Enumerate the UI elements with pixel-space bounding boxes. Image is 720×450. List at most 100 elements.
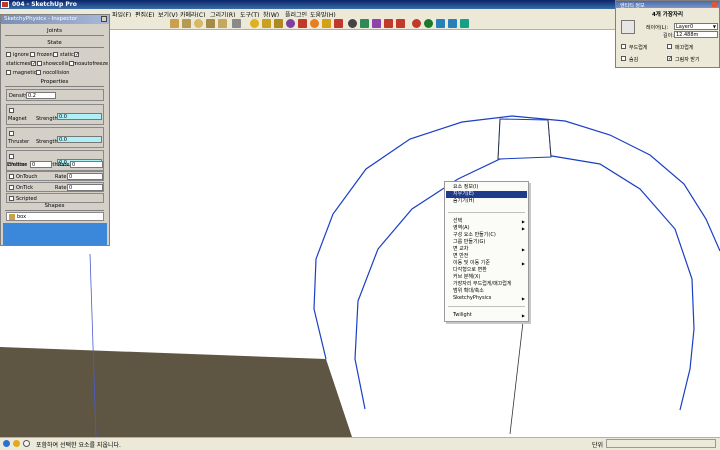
nocollision-label: nocollision (43, 70, 70, 76)
record-icon[interactable] (412, 19, 421, 28)
gear-joint-icon[interactable] (310, 19, 319, 28)
rewind-icon[interactable] (436, 19, 445, 28)
plane-joint-icon[interactable] (360, 19, 369, 28)
entity-info-close-icon[interactable] (712, 2, 717, 7)
entity-swatch (621, 20, 635, 34)
thruster-group: Thruster Strength 0.0 (6, 127, 104, 148)
magnetic-checkbox[interactable] (6, 70, 11, 75)
length-field[interactable]: 12.488m (674, 31, 718, 38)
staticmesh-checkbox[interactable]: ✓ (31, 61, 36, 67)
sphere-icon[interactable] (194, 19, 203, 28)
smooth-checkbox[interactable] (667, 44, 672, 49)
entity-info-subtitle: 4개 가장자리 (651, 12, 684, 18)
fixed-joint-icon[interactable] (334, 19, 343, 28)
menu-item-hide[interactable]: 숨기기(H) (446, 198, 527, 205)
link-icon[interactable] (232, 19, 241, 28)
menu-item-sketchyphysics[interactable]: SketchyPhysics ▶ (446, 295, 527, 302)
menu-item-make-group[interactable]: 그룹 만들기(G) (446, 239, 527, 246)
measurements-field[interactable] (606, 439, 716, 448)
panel-close-icon[interactable] (101, 16, 107, 22)
noautofreeze-label: noautofreeze (75, 61, 109, 67)
credits-icon[interactable] (13, 440, 20, 447)
menu-item-entity-info[interactable]: 요소 정보(I) (446, 184, 527, 191)
app-icon (1, 1, 9, 8)
menu-item-intersect-faces[interactable]: 면 교차 ▶ (446, 246, 527, 253)
menu-item-intersect-faces-label: 면 교차 (453, 246, 469, 252)
magnet-strength-field[interactable]: 0.0 (57, 113, 102, 120)
menu-item-explode-curve[interactable]: 커브 분해(X) (446, 274, 527, 281)
menu-item-area[interactable]: 영역(A) ▶ (446, 225, 527, 232)
emitter-checkbox[interactable] (9, 154, 14, 159)
cone-icon[interactable] (206, 19, 215, 28)
play-icon[interactable] (424, 19, 433, 28)
soften-label: 부드럽게 (629, 45, 648, 51)
entity-info-titlebar: 엔티티 정보 (616, 1, 719, 9)
submenu-arrow-icon: ▶ (521, 261, 525, 266)
hinge-icon[interactable] (262, 19, 271, 28)
thruster-strength-field[interactable]: 0.0 (57, 136, 102, 143)
entity-info-title: 엔티티 정보 (620, 3, 645, 9)
emitter-rate-field[interactable]: 0 (70, 161, 103, 168)
ignore-checkbox[interactable] (6, 52, 11, 57)
menu-item-zoom-extents[interactable]: 범위 확대/축소 (446, 288, 527, 295)
corkscrew-icon[interactable] (372, 19, 381, 28)
menu-item-make-component[interactable]: 구성 요소 만들기(C) (446, 232, 527, 239)
hidden-checkbox[interactable] (621, 56, 626, 61)
shapes-header: Shapes (5, 203, 104, 211)
noautofreeze-checkbox[interactable] (69, 61, 74, 66)
ontouch-group: OnTouch Rate 0 (6, 171, 104, 181)
thruster-checkbox[interactable] (9, 131, 14, 136)
menu-item-reverse-faces[interactable]: 면 반전 (446, 253, 527, 260)
frozen-label: frozen (37, 52, 53, 58)
ball-joint-icon[interactable] (348, 19, 357, 28)
smooth-label: 매끄럽게 (675, 45, 694, 51)
ontouch-checkbox[interactable] (9, 174, 14, 179)
frozen-checkbox[interactable] (30, 52, 35, 57)
piston-icon[interactable] (274, 19, 283, 28)
line-joint-icon[interactable] (298, 19, 307, 28)
showcollision-checkbox[interactable] (37, 61, 42, 66)
scripted-label: Scripted (16, 196, 37, 202)
menu-item-reverse-faces-label: 면 반전 (453, 253, 469, 259)
ontouch-rate-field[interactable]: 0 (67, 173, 103, 180)
submenu-arrow-icon: ▶ (521, 219, 525, 224)
soften-checkbox[interactable] (621, 44, 626, 49)
joints-header: Joints (5, 28, 104, 36)
shape-select[interactable]: box (6, 212, 104, 221)
help-icon[interactable] (23, 440, 30, 447)
lifetime-field[interactable]: 0 (30, 161, 52, 168)
density-field[interactable]: 0.2 (26, 92, 56, 99)
magnet-icon[interactable] (250, 19, 259, 28)
cube-icon[interactable] (170, 19, 179, 28)
menu-item-select[interactable]: 선택 ▶ (446, 218, 527, 225)
step-icon[interactable] (448, 19, 457, 28)
wand-icon[interactable] (384, 19, 393, 28)
receive-shadows-checkbox[interactable]: ✓ (667, 56, 672, 62)
geo-location-icon[interactable] (3, 440, 10, 447)
scripted-checkbox[interactable] (9, 196, 14, 201)
static-label: static (60, 52, 74, 58)
delete-joint-icon[interactable] (396, 19, 405, 28)
spring-icon[interactable] (322, 19, 331, 28)
ontick-rate-field[interactable]: 0 (67, 184, 103, 191)
menu-item-soften-edges[interactable]: 가장자리 부드럽게/매끄럽게 (446, 281, 527, 288)
ontick-label: OnTick (16, 185, 34, 191)
menu-item-convert-polygon[interactable]: 다각형으로 변환 (446, 267, 527, 274)
settings-icon[interactable] (460, 19, 469, 28)
menu-item-flip-along[interactable]: 이동 및 이동 기준 ▶ (446, 260, 527, 267)
physics-panel-title: SketchyPhysics - Inspector (4, 16, 78, 22)
magnet-checkbox[interactable] (9, 108, 14, 113)
panel-blue-area (3, 223, 107, 245)
cylinder-icon[interactable] (182, 19, 191, 28)
layer-dropdown[interactable]: Layer0 ▼ (674, 23, 718, 30)
menu-item-erase[interactable]: 지우기(E) (446, 191, 527, 198)
ontick-checkbox[interactable] (9, 185, 14, 190)
menu-item-twilight[interactable]: Twilight ▶ (446, 312, 527, 319)
density-group: Density 0.2 (6, 89, 104, 101)
nocollision-checkbox[interactable] (36, 70, 41, 75)
submenu-arrow-icon: ▶ (521, 296, 525, 301)
torus-icon[interactable] (218, 19, 227, 28)
static-checkbox[interactable] (53, 52, 58, 57)
menu-item-sketchyphysics-label: SketchyPhysics (453, 295, 492, 301)
servo-icon[interactable] (286, 19, 295, 28)
